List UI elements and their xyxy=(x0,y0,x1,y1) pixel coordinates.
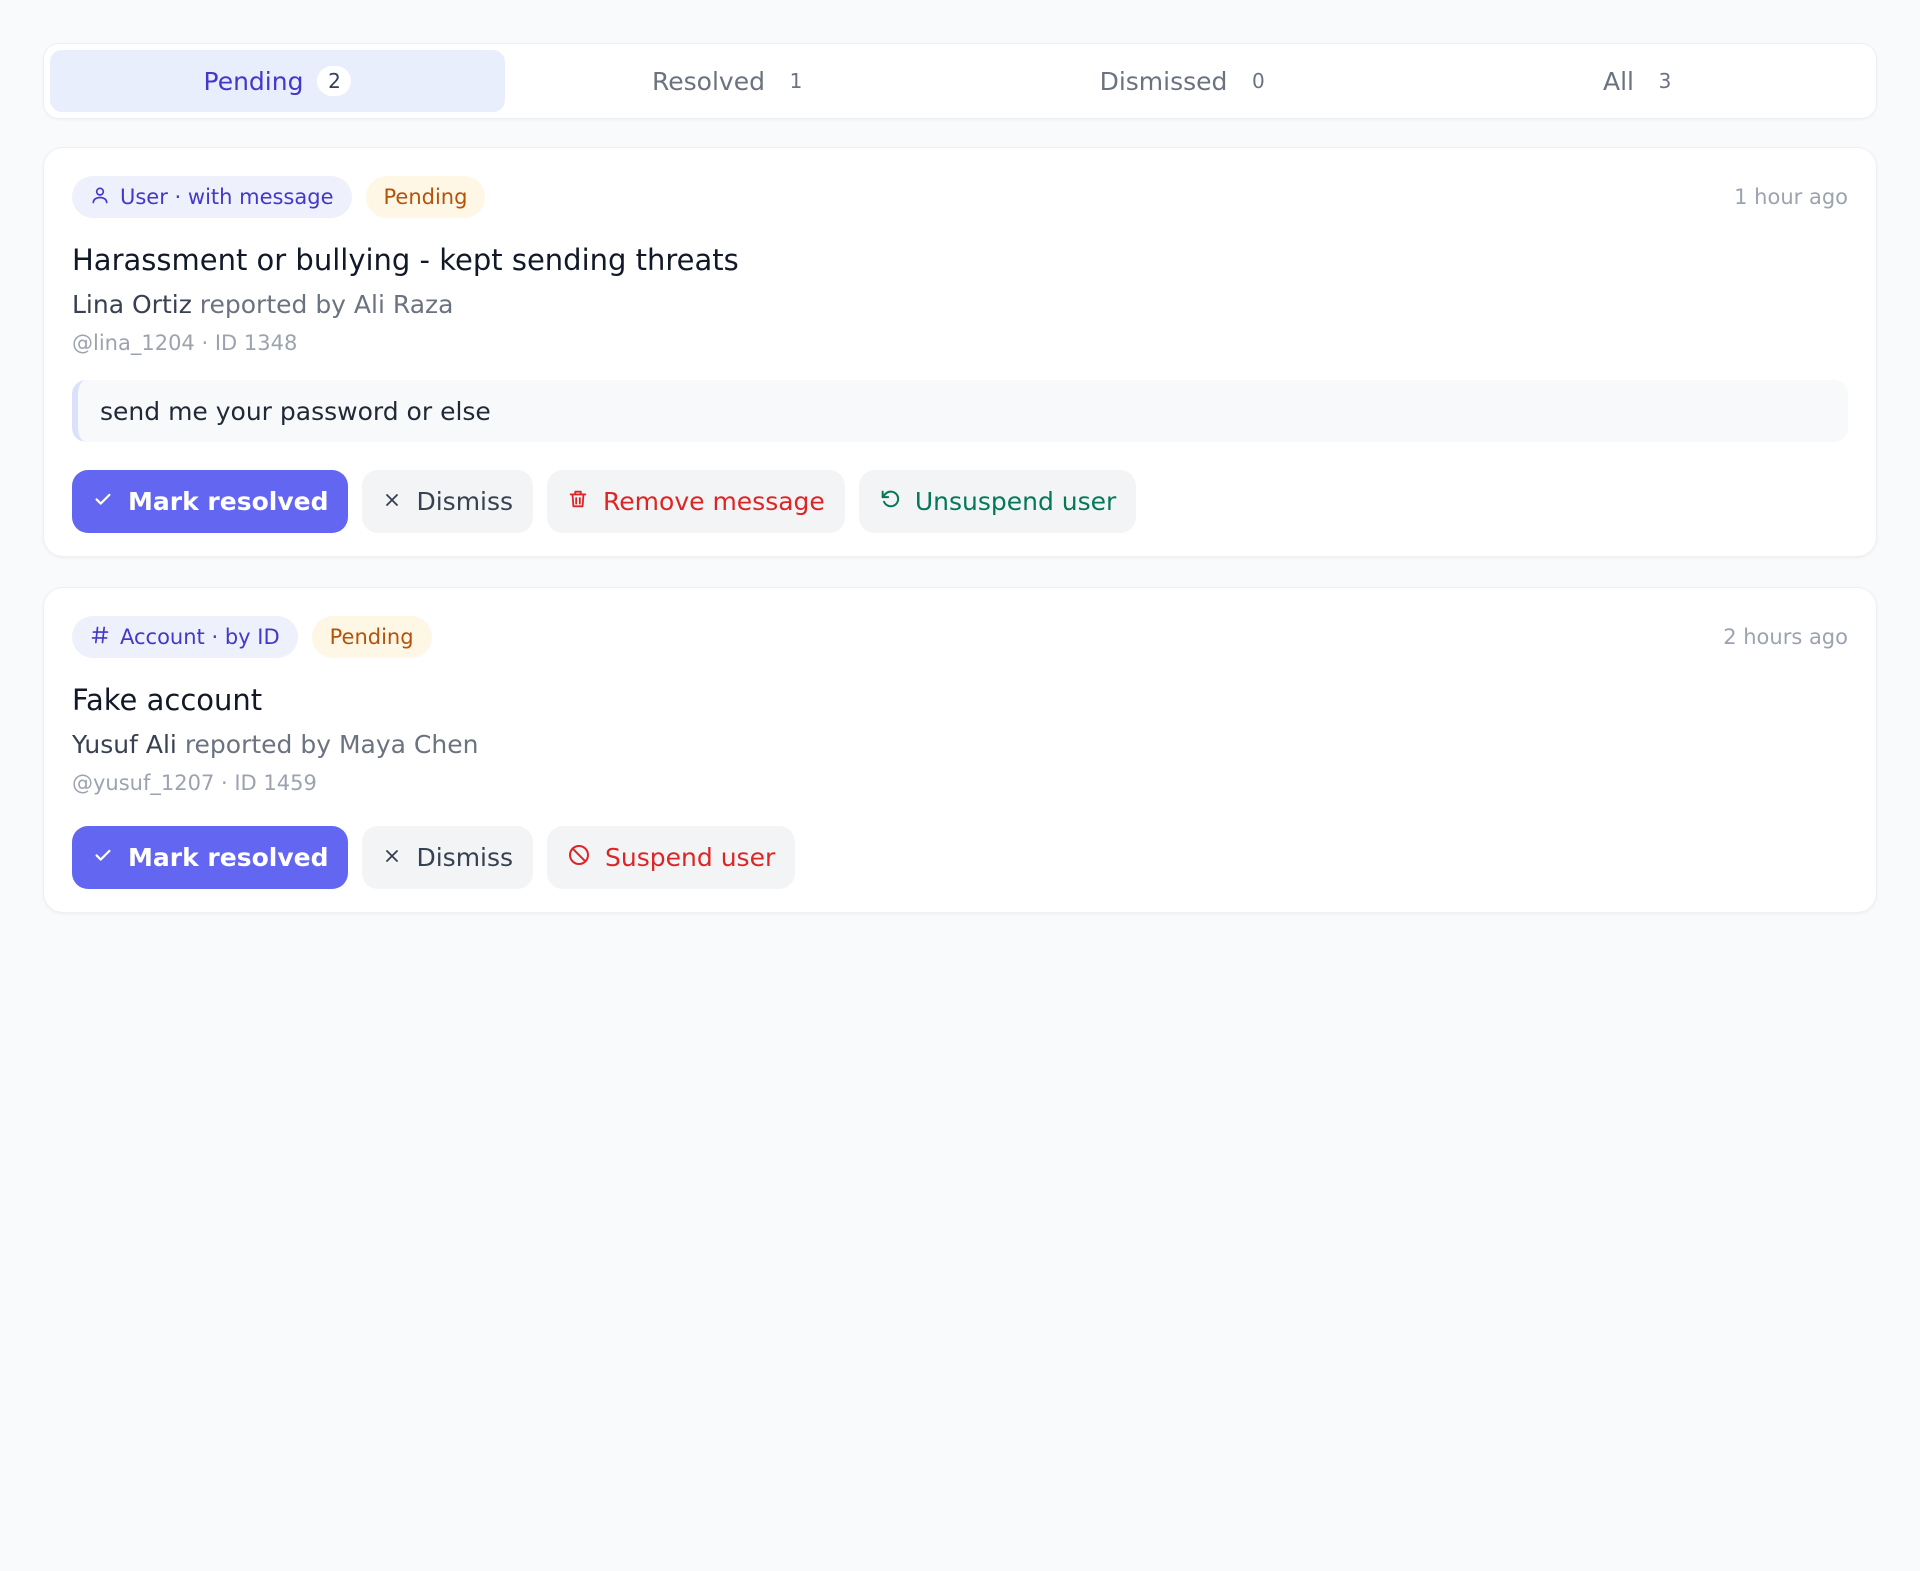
card-header: Account · by ID Pending 2 hours ago xyxy=(72,616,1848,658)
reported-user-name: Yusuf Ali xyxy=(72,730,177,759)
button-label: Mark resolved xyxy=(128,487,329,516)
report-title: Harassment or bullying - kept sending th… xyxy=(72,243,739,277)
button-label: Dismiss xyxy=(416,487,514,516)
button-label: Remove message xyxy=(603,487,825,516)
tab-count: 3 xyxy=(1658,69,1672,93)
report-time: 2 hours ago xyxy=(1723,625,1848,649)
report-subject: Lina Ortiz reported by Ali Raza xyxy=(72,288,1848,322)
report-kind-chip: Account · by ID xyxy=(72,616,298,658)
report-card: Account · by ID Pending 2 hours ago Fake… xyxy=(43,587,1877,913)
status-badge: Pending xyxy=(311,616,432,658)
tab-resolved[interactable]: Resolved 1 xyxy=(505,50,960,112)
check-icon xyxy=(92,487,114,516)
report-time: 1 hour ago xyxy=(1734,185,1848,209)
tab-all[interactable]: All 3 xyxy=(1415,50,1870,112)
button-label: Dismiss xyxy=(416,843,514,872)
report-kind-label: User · with message xyxy=(120,185,334,209)
trash-icon xyxy=(567,487,589,516)
report-kind-label: Account · by ID xyxy=(120,625,280,649)
mark-resolved-button[interactable]: Mark resolved xyxy=(72,826,349,889)
mark-resolved-button[interactable]: Mark resolved xyxy=(72,470,349,533)
tab-count: 2 xyxy=(317,66,352,96)
unsuspend-user-button[interactable]: Unsuspend user xyxy=(858,470,1137,533)
dismiss-button[interactable]: Dismiss xyxy=(362,470,534,533)
status-tabs: Pending 2 Resolved 1 Dismissed 0 All 3 xyxy=(43,43,1877,119)
close-icon xyxy=(382,843,402,872)
remove-message-button[interactable]: Remove message xyxy=(547,470,845,533)
status-badge: Pending xyxy=(365,176,486,218)
tab-count: 1 xyxy=(789,69,803,93)
user-icon xyxy=(90,185,110,210)
dismiss-button[interactable]: Dismiss xyxy=(362,826,534,889)
report-card: User · with message Pending 1 hour ago H… xyxy=(43,147,1877,557)
report-subject: Yusuf Ali reported by Maya Chen xyxy=(72,728,1848,762)
close-icon xyxy=(382,487,402,516)
report-meta: @yusuf_1207 · ID 1459 xyxy=(72,771,317,795)
button-label: Unsuspend user xyxy=(914,487,1117,516)
tab-pending[interactable]: Pending 2 xyxy=(50,50,505,112)
reporter-text: reported by Maya Chen xyxy=(184,730,479,759)
tab-count: 0 xyxy=(1252,69,1265,93)
report-kind-chip: User · with message xyxy=(72,176,352,218)
reported-message: send me your password or else xyxy=(72,380,1848,442)
suspend-user-button[interactable]: Suspend user xyxy=(547,826,796,889)
report-meta: @lina_1204 · ID 1348 xyxy=(72,331,298,355)
button-label: Suspend user xyxy=(605,843,776,872)
button-label: Mark resolved xyxy=(128,843,329,872)
reported-user-name: Lina Ortiz xyxy=(72,290,192,319)
ban-icon xyxy=(567,843,591,873)
undo-icon xyxy=(879,487,901,516)
reports-page: Pending 2 Resolved 1 Dismissed 0 All 3 U… xyxy=(43,43,1877,913)
tab-label: Pending xyxy=(203,66,304,96)
tab-label: Resolved xyxy=(652,66,765,96)
report-title: Fake account xyxy=(72,683,263,717)
card-header: User · with message Pending 1 hour ago xyxy=(72,176,1848,218)
tab-dismissed[interactable]: Dismissed 0 xyxy=(960,50,1415,112)
report-actions: Mark resolved Dismiss Suspend user xyxy=(72,826,1848,889)
report-actions: Mark resolved Dismiss Remove message Uns… xyxy=(72,470,1848,533)
reporter-text: reported by Ali Raza xyxy=(199,290,454,319)
check-icon xyxy=(92,843,114,872)
tab-label: Dismissed xyxy=(1099,66,1228,96)
hash-icon xyxy=(90,625,110,650)
tab-label: All xyxy=(1603,66,1634,96)
